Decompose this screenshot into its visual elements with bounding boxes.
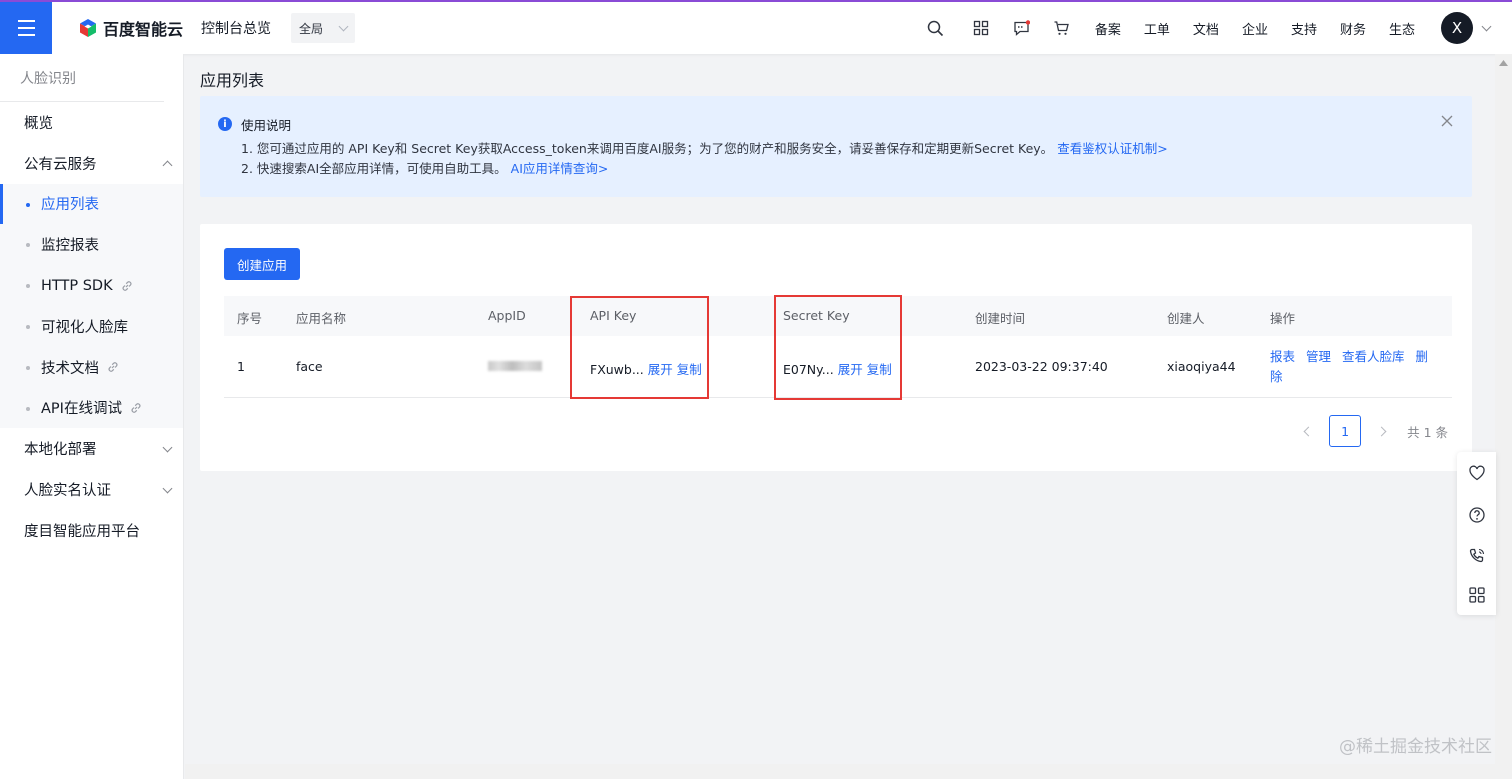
create-app-button[interactable]: 创建应用 bbox=[224, 248, 300, 280]
sidebar: 人脸识别 概览 公有云服务 应用列表 监控报表 HTTP SDK 可视化人脸库 … bbox=[0, 54, 184, 779]
sidebar-item-face-verify[interactable]: 人脸实名认证 bbox=[0, 469, 183, 510]
col-app-name: 应用名称 bbox=[296, 311, 347, 326]
prev-page-icon[interactable] bbox=[1303, 426, 1314, 436]
chevron-down-icon bbox=[338, 21, 349, 31]
col-created-time: 创建时间 bbox=[975, 311, 1026, 326]
apps-grid-icon[interactable] bbox=[1468, 586, 1486, 604]
sidebar-item-label: 本地化部署 bbox=[24, 442, 97, 459]
notice-heading: 使用说明 bbox=[241, 117, 292, 133]
top-nav-links: 备案 工单 文档 企业 支持 财务 生态 bbox=[1072, 19, 1415, 38]
external-link-icon bbox=[131, 403, 141, 413]
delete-link[interactable]: 删 bbox=[1416, 349, 1429, 364]
floating-toolbar bbox=[1457, 452, 1496, 615]
phone-icon[interactable] bbox=[1468, 547, 1486, 565]
col-appid: AppID bbox=[488, 308, 526, 323]
notice-line-2: 2. 快速搜索AI全部应用详情，可使用自助工具。 AI应用详情查询> bbox=[241, 162, 1454, 176]
pagination: 1 共 1 条 bbox=[1303, 415, 1448, 447]
products-grid-icon[interactable] bbox=[971, 18, 991, 38]
chevron-down-icon bbox=[162, 483, 173, 494]
sidebar-item-dumu-platform[interactable]: 度目智能应用平台 bbox=[0, 510, 183, 551]
help-icon[interactable] bbox=[1468, 506, 1486, 524]
sidebar-item-tech-docs[interactable]: 技术文档 bbox=[0, 346, 183, 388]
usage-notice: i 使用说明 1. 您可通过应用的 API Key和 Secret Key获取A… bbox=[200, 96, 1472, 197]
scope-value: 全局 bbox=[299, 21, 324, 36]
vertical-scrollbar[interactable] bbox=[1495, 54, 1512, 779]
page-number-current[interactable]: 1 bbox=[1329, 415, 1362, 447]
logo-cube-icon bbox=[80, 19, 96, 37]
scroll-up-arrow-icon[interactable] bbox=[1499, 60, 1508, 66]
appid-redacted bbox=[488, 359, 542, 374]
close-icon[interactable] bbox=[1440, 114, 1454, 128]
row-index: 1 bbox=[237, 359, 245, 374]
notice-text: 2. 快速搜索AI全部应用详情，可使用自助工具。 bbox=[241, 161, 507, 176]
sidebar-item-label: 技术文档 bbox=[41, 360, 99, 377]
chevron-down-icon bbox=[162, 442, 173, 453]
report-link[interactable]: 报表 bbox=[1270, 349, 1295, 364]
sidebar-item-public-cloud[interactable]: 公有云服务 bbox=[0, 143, 183, 184]
console-overview-link[interactable]: 控制台总览 bbox=[201, 18, 271, 38]
sidebar-item-label: API在线调试 bbox=[41, 401, 122, 418]
sidebar-item-overview[interactable]: 概览 bbox=[0, 102, 183, 143]
page-title: 应用列表 bbox=[200, 71, 265, 90]
app-table: 序号 应用名称 AppID API Key Secret Key 创建时间 创建… bbox=[224, 295, 1452, 400]
actions-cell: 报表 管理 查看人脸库 删 除 bbox=[1270, 347, 1428, 387]
sidebar-item-http-sdk[interactable]: HTTP SDK bbox=[0, 265, 183, 306]
nav-ticket[interactable]: 工单 bbox=[1144, 19, 1170, 38]
sidebar-item-label: 人脸实名认证 bbox=[24, 483, 111, 500]
message-icon[interactable] bbox=[1012, 18, 1032, 38]
nav-finance[interactable]: 财务 bbox=[1340, 19, 1366, 38]
col-actions: 操作 bbox=[1270, 311, 1296, 326]
sidebar-item-monitor-report[interactable]: 监控报表 bbox=[0, 224, 183, 266]
sidebar-item-api-debug[interactable]: API在线调试 bbox=[0, 387, 183, 429]
created-time-value: 2023-03-22 09:37:40 bbox=[975, 359, 1108, 374]
search-icon[interactable] bbox=[926, 18, 946, 38]
sidebar-item-visual-face-db[interactable]: 可视化人脸库 bbox=[0, 305, 183, 347]
app-list-card: 创建应用 序号 应用名称 AppID API Key Secret Key 创建… bbox=[200, 224, 1472, 471]
nav-enterprise[interactable]: 企业 bbox=[1242, 19, 1268, 38]
top-navbar: 百度智能云 控制台总览 全局 备案 工单 文档 企业 支持 财务 生态 X bbox=[0, 0, 1512, 54]
hamburger-menu-button[interactable] bbox=[0, 2, 52, 54]
notice-text: 1. 您可通过应用的 API Key和 Secret Key获取Access_t… bbox=[241, 141, 1054, 156]
sidebar-title: 人脸识别 bbox=[0, 54, 164, 102]
watermark: @稀土掘金技术社区 bbox=[1339, 737, 1492, 757]
secret-key-highlight-box bbox=[774, 295, 902, 400]
view-face-db-link[interactable]: 查看人脸库 bbox=[1342, 349, 1405, 364]
horizontal-scrollbar[interactable] bbox=[185, 764, 1495, 779]
api-key-highlight-box bbox=[570, 296, 709, 399]
next-page-icon[interactable] bbox=[1376, 426, 1387, 436]
nav-ecosystem[interactable]: 生态 bbox=[1389, 19, 1415, 38]
external-link-icon bbox=[122, 280, 132, 291]
redacted-value bbox=[488, 361, 542, 371]
auth-mechanism-link[interactable]: 查看鉴权认证机制> bbox=[1057, 141, 1167, 156]
brand-logo[interactable]: 百度智能云 bbox=[78, 2, 183, 54]
col-creator: 创建人 bbox=[1167, 311, 1205, 326]
region-scope-select[interactable]: 全局 bbox=[291, 13, 356, 43]
nav-beian[interactable]: 备案 bbox=[1095, 19, 1121, 38]
notice-line-1: 1. 您可通过应用的 API Key和 Secret Key获取Access_t… bbox=[241, 142, 1454, 156]
chevron-down-icon[interactable] bbox=[1481, 21, 1492, 31]
user-avatar[interactable]: X bbox=[1441, 12, 1473, 44]
chevron-up-icon bbox=[162, 160, 173, 171]
total-count: 共 1 条 bbox=[1407, 424, 1448, 440]
sidebar-item-app-list[interactable]: 应用列表 bbox=[0, 183, 183, 225]
app-detail-query-link[interactable]: AI应用详情查询> bbox=[511, 161, 609, 176]
delete-link-wrap[interactable]: 除 bbox=[1270, 369, 1283, 384]
info-icon: i bbox=[218, 117, 232, 131]
sidebar-item-label: 公有云服务 bbox=[24, 156, 97, 173]
sidebar-item-local-deploy[interactable]: 本地化部署 bbox=[0, 428, 183, 469]
sidebar-item-label: HTTP SDK bbox=[41, 277, 113, 294]
external-link-icon bbox=[108, 362, 118, 372]
nav-support[interactable]: 支持 bbox=[1291, 19, 1317, 38]
main-content: 应用列表 i 使用说明 1. 您可通过应用的 API Key和 Secret K… bbox=[185, 54, 1495, 779]
favorite-heart-icon[interactable] bbox=[1468, 464, 1486, 482]
cart-icon[interactable] bbox=[1052, 18, 1072, 38]
manage-link[interactable]: 管理 bbox=[1306, 349, 1331, 364]
app-name-link[interactable]: face bbox=[296, 359, 323, 374]
nav-docs[interactable]: 文档 bbox=[1193, 19, 1219, 38]
brand-name: 百度智能云 bbox=[103, 20, 184, 39]
col-index: 序号 bbox=[237, 311, 263, 326]
creator-value: xiaoqiya44 bbox=[1167, 359, 1236, 374]
